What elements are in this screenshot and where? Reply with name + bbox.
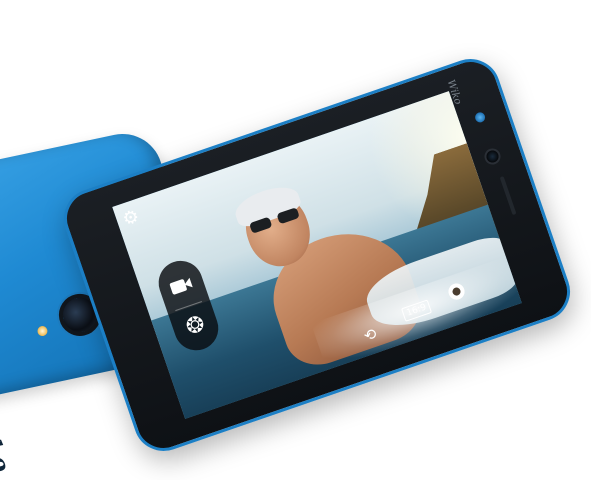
proximity-sensor — [473, 111, 487, 124]
rear-flash — [36, 325, 49, 337]
camera-viewfinder: ⚙ ❂ ⟲ 16:9 — [112, 91, 522, 419]
video-camera-icon[interactable] — [165, 269, 198, 302]
product-photo: Wiko ⚙ ❂ ⟲ 16:9 Wiko — [0, 0, 591, 477]
back-brand-logo: Wiko — [0, 402, 17, 477]
pill-divider — [175, 301, 203, 312]
front-phone: ⚙ ❂ ⟲ 16:9 Wiko — [55, 50, 579, 460]
aperture-icon[interactable]: ❂ — [180, 311, 211, 342]
earpiece-speaker — [499, 175, 517, 216]
front-camera-lens — [484, 148, 501, 165]
